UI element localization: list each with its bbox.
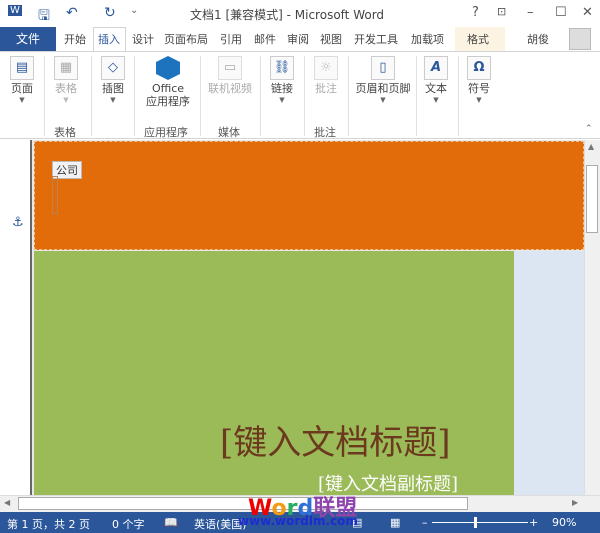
window-title: 文档1 [兼容模式] - Microsoft Word	[190, 8, 385, 22]
zoom-slider[interactable]	[432, 522, 528, 523]
divider	[200, 56, 201, 136]
scroll-left-icon[interactable]: ◀	[4, 498, 10, 507]
header-footer-button[interactable]: ▯ 页眉和页脚 ▼	[352, 56, 414, 104]
divider	[91, 56, 92, 136]
anchor-icon: ⚓	[12, 215, 24, 230]
tab-developer[interactable]: 开发工具	[354, 31, 398, 47]
header-footer-icon: ▯	[371, 56, 395, 80]
page-count[interactable]: 第 1 页，共 2 页	[7, 516, 90, 532]
tab-page-layout[interactable]: 页面布局	[164, 31, 208, 47]
office-apps-button[interactable]: Office 应用程序	[138, 56, 198, 108]
illustrations-button[interactable]: ◇ 插图 ▼	[96, 56, 130, 104]
tab-review[interactable]: 审阅	[287, 31, 309, 47]
symbol-icon: Ω	[467, 56, 491, 80]
table-icon: ▦	[54, 56, 78, 80]
divider	[134, 56, 135, 136]
company-field-frame	[52, 176, 58, 214]
customize-qat-icon[interactable]: ⌄	[130, 5, 138, 16]
text-icon: A	[424, 56, 448, 80]
ribbon-display-button[interactable]: ⊡	[497, 5, 506, 18]
word-count[interactable]: 0 个字	[112, 516, 145, 532]
title-bar: W 🖫 ↶ ↻ ⌄ 文档1 [兼容模式] - Microsoft Word ? …	[0, 0, 600, 27]
proofing-icon[interactable]: 📖	[164, 516, 178, 529]
scroll-right-icon[interactable]: ▶	[572, 498, 578, 507]
comment-icon: ☼	[314, 56, 338, 80]
tab-view[interactable]: 视图	[320, 31, 342, 47]
web-layout-icon[interactable]: ▦	[390, 516, 400, 529]
word-logo-icon: W	[8, 5, 22, 16]
vertical-scroll-thumb[interactable]	[586, 165, 598, 233]
minimize-button[interactable]: –	[527, 5, 534, 20]
horizontal-scroll-thumb[interactable]	[18, 497, 468, 510]
divider	[458, 56, 459, 136]
divider	[260, 56, 261, 136]
ribbon: ▤ 页面 ▼ ▦ 表格 ▼ 表格 ◇ 插图 ▼ Office 应用程序 应用程序 ▭ 联机视频…	[0, 51, 600, 139]
header-block[interactable]	[34, 141, 584, 250]
symbol-button[interactable]: Ω 符号 ▼	[463, 56, 495, 104]
document-title-placeholder[interactable]: [键入文档标题]	[220, 415, 451, 464]
save-icon[interactable]: 🖫	[38, 5, 50, 29]
redo-icon[interactable]: ↻	[104, 5, 116, 21]
illustration-icon: ◇	[101, 56, 125, 80]
divider	[44, 56, 45, 136]
left-margin: ⚓	[0, 140, 32, 495]
zoom-in-button[interactable]: +	[529, 516, 538, 529]
tab-mailings[interactable]: 邮件	[254, 31, 276, 47]
office-apps-icon	[156, 56, 180, 80]
page-icon: ▤	[10, 56, 34, 80]
group-label-media: 媒体	[218, 126, 240, 139]
zoom-out-button[interactable]: –	[422, 516, 428, 529]
tab-references[interactable]: 引用	[220, 31, 242, 47]
close-button[interactable]: ✕	[582, 5, 593, 20]
group-label-table: 表格	[54, 126, 76, 139]
tab-design[interactable]: 设计	[132, 31, 154, 47]
links-button[interactable]: ⛓ 链接 ▼	[266, 56, 298, 104]
maximize-button[interactable]: ☐	[555, 5, 567, 20]
divider	[416, 56, 417, 136]
user-name[interactable]: 胡俊	[527, 31, 549, 47]
cover-side-block	[514, 251, 584, 495]
collapse-ribbon-icon[interactable]: ⌃	[585, 124, 593, 134]
avatar[interactable]	[569, 28, 591, 50]
group-label-apps: 应用程序	[144, 126, 188, 139]
divider	[304, 56, 305, 136]
watermark-url: www.wordlm.com	[238, 514, 358, 528]
divider	[348, 56, 349, 136]
table-button[interactable]: ▦ 表格 ▼	[50, 56, 82, 104]
undo-icon[interactable]: ↶	[66, 5, 78, 21]
help-button[interactable]: ?	[472, 5, 479, 20]
zoom-slider-thumb[interactable]	[474, 517, 477, 528]
link-icon: ⛓	[270, 56, 294, 80]
online-video-button[interactable]: ▭ 联机视频	[204, 56, 256, 96]
group-label-comments: 批注	[314, 126, 336, 139]
comment-button[interactable]: ☼ 批注	[310, 56, 342, 96]
tab-addins[interactable]: 加载项	[411, 31, 444, 47]
tab-format[interactable]: 格式	[467, 31, 489, 47]
tab-home[interactable]: 开始	[64, 31, 86, 47]
text-button[interactable]: A 文本 ▼	[420, 56, 452, 104]
tab-file[interactable]: 文件	[0, 27, 56, 51]
zoom-level[interactable]: 90%	[552, 516, 576, 529]
video-icon: ▭	[218, 56, 242, 80]
tab-insert[interactable]: 插入	[98, 31, 120, 47]
page-button[interactable]: ▤ 页面 ▼	[6, 56, 38, 104]
scroll-up-icon[interactable]: ▲	[588, 142, 594, 151]
